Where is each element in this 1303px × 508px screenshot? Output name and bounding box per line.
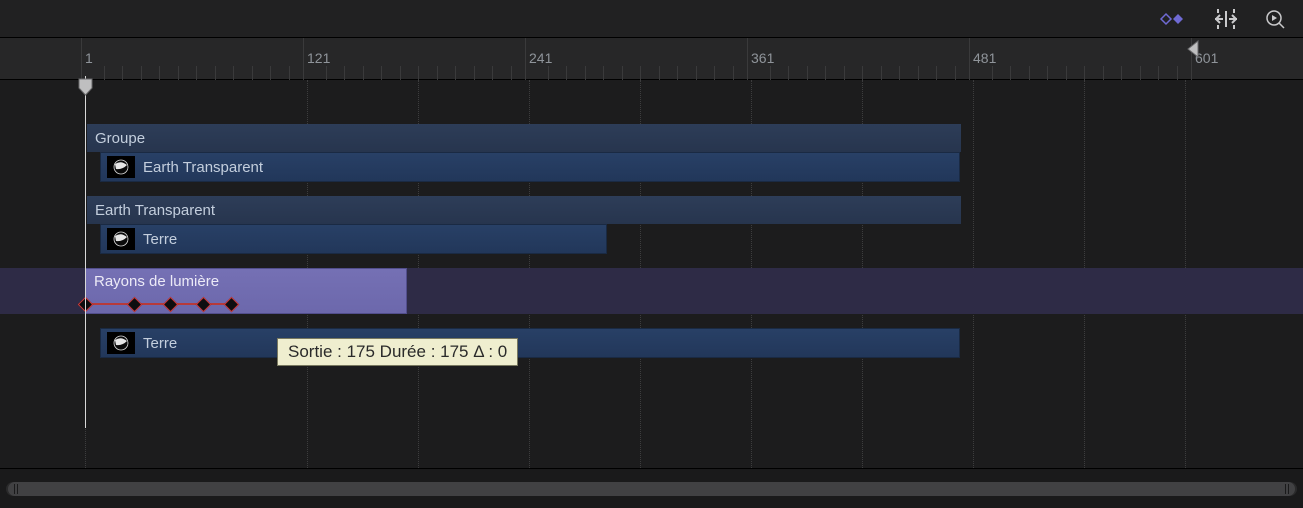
out-marker-icon[interactable]: [1187, 40, 1199, 58]
group-header[interactable]: Earth Transparent: [87, 196, 961, 224]
preview-play-icon[interactable]: [1265, 9, 1285, 29]
zoom-handle[interactable]: [8, 482, 1295, 496]
keyframe-toggle-icon[interactable]: [1157, 10, 1187, 28]
playhead-head-icon[interactable]: [78, 78, 93, 96]
ruler-tick: 361: [751, 50, 774, 66]
clip-label: Terre: [143, 231, 177, 248]
timeline-clip[interactable]: Earth Transparent: [100, 152, 960, 182]
time-ruler[interactable]: 1121241361481601: [0, 38, 1303, 80]
clip-thumbnail: [107, 332, 135, 354]
tracks-container: GroupeEarth TransparentEarth Transparent…: [0, 80, 1303, 372]
timeline-clip[interactable]: Terre: [100, 328, 960, 358]
ruler-tick: 1: [85, 50, 93, 66]
snapping-icon[interactable]: [1213, 9, 1239, 29]
track-group: Earth Transparent Terre: [0, 196, 1303, 254]
timeline-clip[interactable]: Terre: [100, 224, 607, 254]
track-group: Groupe Earth Transparent: [0, 124, 1303, 182]
clip-thumbnail: [107, 156, 135, 178]
filter-track[interactable]: Rayons de lumière: [0, 268, 1303, 314]
ruler-tick: 481: [973, 50, 996, 66]
timeline-area[interactable]: 1121241361481601 GroupeEarth Transparent…: [0, 38, 1303, 468]
group-header[interactable]: Groupe: [87, 124, 961, 152]
zoom-grip-right[interactable]: [1283, 484, 1291, 494]
zoom-grip-left[interactable]: [12, 484, 20, 494]
zoom-scrollbar-area: [0, 468, 1303, 508]
ruler-tick: 241: [529, 50, 552, 66]
keyframe-line: [85, 303, 235, 305]
playhead[interactable]: [85, 76, 86, 428]
tooltip-text: Sortie : 175 Durée : 175 Δ : 0: [288, 342, 507, 361]
timeline-toolbar: [0, 0, 1303, 38]
clip-thumbnail: [107, 228, 135, 250]
ruler-tick: 121: [307, 50, 330, 66]
clip-label: Terre: [143, 335, 177, 352]
filter-label: Rayons de lumière: [94, 273, 219, 290]
zoom-scrollbar[interactable]: [6, 482, 1297, 496]
trim-tooltip: Sortie : 175 Durée : 175 Δ : 0: [277, 338, 518, 366]
clip-label: Earth Transparent: [143, 159, 263, 176]
